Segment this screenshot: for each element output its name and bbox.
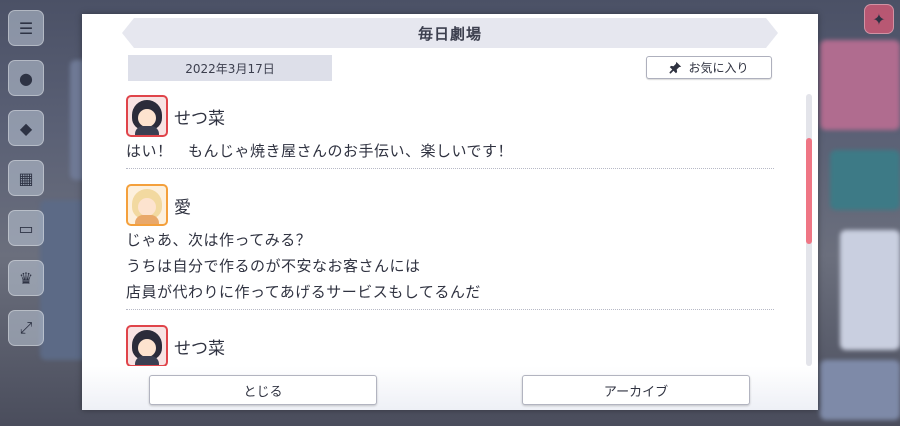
date-label: 2022年3月17日 — [128, 55, 332, 81]
message-entry: せつ菜 — [126, 324, 774, 366]
favorite-label: お気に入り — [688, 61, 749, 75]
pin-icon — [669, 61, 682, 74]
divider — [126, 309, 774, 310]
setsuna-avatar-icon — [126, 95, 168, 137]
menu-icon[interactable]: ☰ — [8, 10, 44, 46]
trophy-icon[interactable]: ♛ — [8, 260, 44, 296]
speaker-row: せつ菜 — [126, 94, 774, 138]
speaker-name: 愛 — [174, 197, 191, 218]
expand-icon[interactable]: ⤢ — [8, 310, 44, 346]
right-menu-rail: ✦ — [818, 0, 900, 426]
message-line: はい！ もんじゃ焼き屋さんのお手伝い、楽しいです！ — [126, 142, 514, 160]
daily-theater-dialog: 毎日劇場 2022年3月17日 お気に入り せつ菜 はい！ もんじゃ焼き屋さんの… — [82, 14, 818, 410]
message-line: 店員が代わりに作ってあげるサービスもしてるんだ — [126, 283, 481, 301]
archive-button[interactable]: アーカイブ — [522, 375, 750, 405]
favorite-button[interactable]: お気に入り — [646, 56, 772, 79]
close-button[interactable]: とじる — [149, 375, 377, 405]
message-entry: せつ菜 はい！ もんじゃ焼き屋さんのお手伝い、楽しいです！ — [126, 94, 774, 169]
speaker-row: せつ菜 — [126, 324, 774, 366]
message-line: じゃあ、次は作ってみる？ — [126, 231, 312, 249]
speaker-row: 愛 — [126, 183, 774, 227]
message-entry: 愛 じゃあ、次は作ってみる？ うちは自分で作るのが不安なお客さんには 店員が代わ… — [126, 183, 774, 310]
scrollbar[interactable] — [806, 94, 812, 366]
divider — [126, 168, 774, 169]
sparkle-icon[interactable]: ✦ — [864, 4, 894, 34]
speaker-name: せつ菜 — [174, 108, 225, 129]
speaker-name: せつ菜 — [174, 338, 225, 359]
title-bar: 毎日劇場 — [122, 18, 778, 48]
chat-icon[interactable]: ● — [8, 60, 44, 96]
setsuna-avatar-icon — [126, 325, 168, 366]
gift-icon[interactable]: ▦ — [8, 160, 44, 196]
dialog-title: 毎日劇場 — [417, 24, 482, 43]
present-icon[interactable]: ◆ — [8, 110, 44, 146]
message-line: うちは自分で作るのが不安なお客さんには — [126, 257, 421, 275]
screen-icon[interactable]: ▭ — [8, 210, 44, 246]
dialog-footer: とじる アーカイブ — [82, 366, 818, 410]
scrollbar-thumb[interactable] — [806, 138, 812, 244]
left-menu-rail: ☰ ● ◆ ▦ ▭ ♛ ⤢ — [0, 0, 50, 426]
theater-log[interactable]: せつ菜 はい！ もんじゃ焼き屋さんのお手伝い、楽しいです！ 愛 じゃあ、次は作っ… — [126, 94, 774, 366]
ai-avatar-icon — [126, 184, 168, 226]
